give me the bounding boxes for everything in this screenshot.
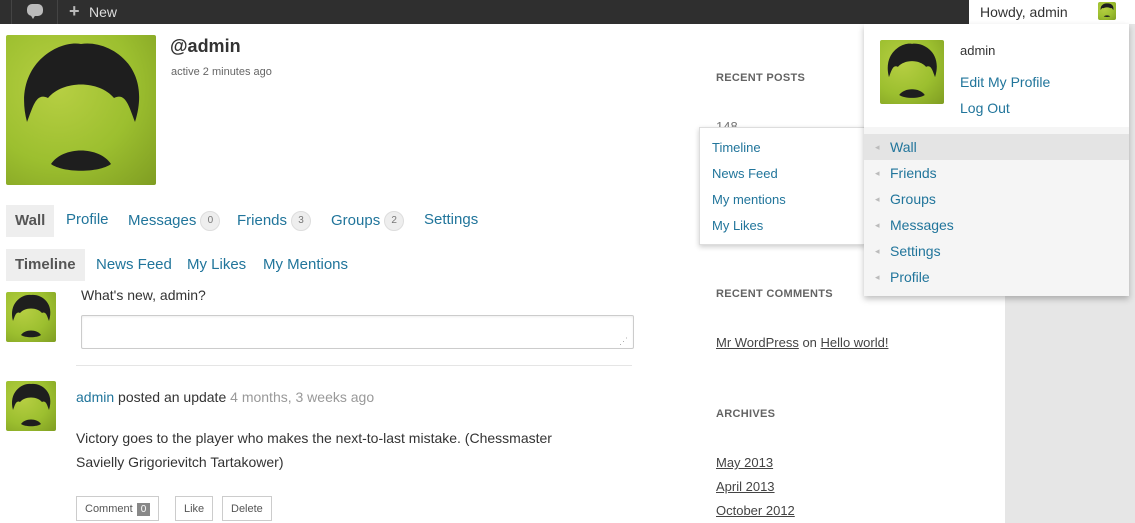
nav-messages-label: Messages xyxy=(128,211,197,229)
activity-content: Victory goes to the player who makes the… xyxy=(76,430,552,470)
profile-last-active: active 2 minutes ago xyxy=(171,66,272,78)
archive-link[interactable]: October 2012 xyxy=(716,503,795,518)
post-form-avatar xyxy=(6,292,56,342)
menu-item-profile[interactable]: ◂ Profile xyxy=(864,264,1129,290)
menu-item-label: Settings xyxy=(890,243,941,259)
messages-count-badge: 0 xyxy=(200,211,221,231)
comment-author-link[interactable]: Mr WordPress xyxy=(716,335,799,350)
wall-submenu: Timeline News Feed My mentions My Likes xyxy=(699,127,866,245)
menu-item-label: Friends xyxy=(890,165,937,181)
plus-icon[interactable]: + xyxy=(69,0,80,22)
resize-grip-icon[interactable]: ⋰ xyxy=(619,337,628,346)
howdy-label: Howdy, admin xyxy=(980,4,1068,20)
menu-item-friends[interactable]: ◂ Friends xyxy=(864,160,1129,186)
submenu-my-likes[interactable]: My Likes xyxy=(712,218,763,233)
dropdown-username[interactable]: admin xyxy=(960,43,995,58)
menu-item-settings[interactable]: ◂ Settings xyxy=(864,238,1129,264)
nav-wall[interactable]: Wall xyxy=(6,205,55,237)
archive-link[interactable]: May 2013 xyxy=(716,455,773,470)
nav-groups[interactable]: Groups 2 xyxy=(331,211,405,231)
nav-friends[interactable]: Friends 3 xyxy=(237,211,312,231)
divider xyxy=(76,365,632,366)
dropdown-avatar[interactable] xyxy=(880,40,944,104)
comment-button-label: Comment xyxy=(85,503,133,515)
menu-item-label: Profile xyxy=(890,269,930,285)
menu-item-label: Messages xyxy=(890,217,954,233)
subnav-my-likes[interactable]: My Likes xyxy=(187,256,246,273)
recent-posts-title: RECENT POSTS xyxy=(716,72,806,84)
whats-new-prompt: What's new, admin? xyxy=(81,287,206,303)
whats-new-textarea[interactable]: ⋰ xyxy=(81,315,634,349)
adminbar-avatar xyxy=(1098,2,1116,20)
adminbar-separator xyxy=(11,0,12,24)
menu-item-groups[interactable]: ◂ Groups xyxy=(864,186,1129,212)
new-content-button[interactable]: New xyxy=(89,0,117,24)
logout-link[interactable]: Log Out xyxy=(960,100,1010,116)
menu-item-messages[interactable]: ◂ Messages xyxy=(864,212,1129,238)
arrow-left-icon: ◂ xyxy=(875,194,880,204)
profile-avatar[interactable] xyxy=(6,35,156,185)
activity-header: admin posted an update 4 months, 3 weeks… xyxy=(76,389,374,405)
comment-count-badge: 0 xyxy=(136,503,151,516)
activity-time-link[interactable]: 4 months, 3 weeks ago xyxy=(230,389,374,405)
delete-button[interactable]: Delete xyxy=(222,496,272,521)
submenu-timeline[interactable]: Timeline xyxy=(712,140,761,155)
activity-avatar[interactable] xyxy=(6,381,56,431)
nav-profile[interactable]: Profile xyxy=(66,211,109,228)
menu-item-label: Wall xyxy=(890,139,917,155)
user-account-dropdown: admin Edit My Profile Log Out ◂ Wall ◂ Fri… xyxy=(864,24,1129,296)
nav-messages[interactable]: Messages 0 xyxy=(128,211,221,231)
arrow-left-icon: ◂ xyxy=(875,246,880,256)
subnav-news-feed[interactable]: News Feed xyxy=(96,256,172,273)
activity-action: posted an update xyxy=(118,389,227,405)
nav-friends-label: Friends xyxy=(237,211,288,229)
recent-comments-title: RECENT COMMENTS xyxy=(716,288,833,300)
arrow-left-icon: ◂ xyxy=(875,142,880,152)
arrow-left-icon: ◂ xyxy=(875,220,880,230)
subnav-my-mentions[interactable]: My Mentions xyxy=(263,256,348,273)
profile-username: @admin xyxy=(170,36,241,56)
activity-user-link[interactable]: admin xyxy=(76,389,114,405)
friends-count-badge: 3 xyxy=(291,211,312,231)
archive-link[interactable]: April 2013 xyxy=(716,479,775,494)
like-button[interactable]: Like xyxy=(175,496,214,521)
arrow-left-icon: ◂ xyxy=(875,168,880,178)
comment-post-link[interactable]: Hello world! xyxy=(821,335,889,350)
submenu-my-mentions[interactable]: My mentions xyxy=(712,192,786,207)
arrow-left-icon: ◂ xyxy=(875,272,880,282)
nav-settings[interactable]: Settings xyxy=(424,211,478,228)
admin-bar: + New 0 Howdy, admin xyxy=(0,0,1135,24)
user-info-panel: admin Edit My Profile Log Out xyxy=(864,24,1129,127)
nav-groups-label: Groups xyxy=(331,211,381,229)
archives-title: ARCHIVES xyxy=(716,408,776,420)
menu-item-wall[interactable]: ◂ Wall xyxy=(864,134,1129,160)
menu-item-label: Groups xyxy=(890,191,936,207)
adminbar-separator xyxy=(57,0,58,24)
groups-count-badge: 2 xyxy=(384,211,405,231)
comment-button[interactable]: Comment 0 xyxy=(76,496,160,521)
comment-on-text: on xyxy=(802,335,817,350)
recent-comment-entry: Mr WordPress on Hello world! xyxy=(716,335,888,350)
edit-profile-link[interactable]: Edit My Profile xyxy=(960,74,1050,90)
subnav-timeline[interactable]: Timeline xyxy=(6,249,85,281)
submenu-news-feed[interactable]: News Feed xyxy=(712,166,778,181)
comments-icon[interactable] xyxy=(27,4,43,19)
